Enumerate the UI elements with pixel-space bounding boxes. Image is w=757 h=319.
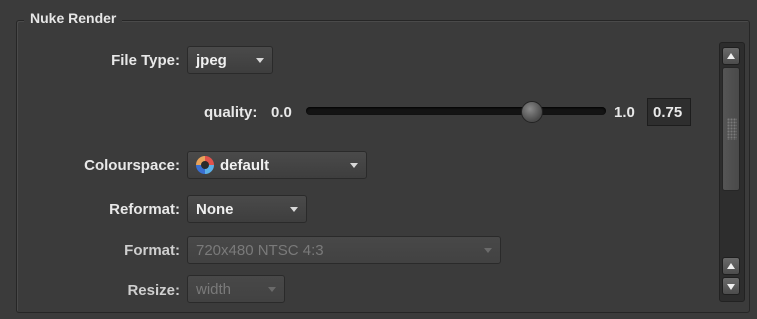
vertical-scrollbar[interactable] xyxy=(719,42,745,302)
file-type-dropdown[interactable]: jpeg xyxy=(187,46,273,74)
chevron-down-icon xyxy=(290,207,298,212)
resize-value: width xyxy=(196,280,232,298)
chevron-down-icon xyxy=(256,58,264,63)
quality-min-label: 0.0 xyxy=(271,104,292,121)
quality-slider[interactable] xyxy=(306,101,606,123)
quality-label: quality: xyxy=(204,104,258,121)
format-value: 720x480 NTSC 4:3 xyxy=(196,241,324,259)
resize-dropdown[interactable]: width xyxy=(187,275,285,303)
resize-label: Resize: xyxy=(127,282,180,299)
scroll-top-button[interactable] xyxy=(722,47,740,65)
colour-wheel-icon xyxy=(196,156,214,174)
colourspace-dropdown[interactable]: default xyxy=(187,151,367,179)
reformat-dropdown[interactable]: None xyxy=(187,195,307,223)
quality-slider-handle[interactable] xyxy=(521,101,543,123)
file-type-value: jpeg xyxy=(196,51,227,69)
format-label: Format: xyxy=(124,242,180,259)
scroll-down-button[interactable] xyxy=(722,277,740,295)
chevron-down-icon xyxy=(350,163,358,168)
arrow-down-icon xyxy=(727,284,735,290)
chevron-down-icon xyxy=(268,287,276,292)
quality-value-text: 0.75 xyxy=(653,103,683,121)
quality-value-field[interactable]: 0.75 xyxy=(647,98,691,126)
quality-max-label: 1.0 xyxy=(614,104,635,121)
group-title: Nuke Render xyxy=(24,10,123,26)
chevron-down-icon xyxy=(484,248,492,253)
arrow-up-icon xyxy=(727,53,735,59)
format-dropdown[interactable]: 720x480 NTSC 4:3 xyxy=(187,236,501,264)
scrollbar-thumb[interactable] xyxy=(722,67,740,191)
colourspace-label: Colourspace: xyxy=(84,157,180,174)
arrow-up-icon xyxy=(727,263,735,269)
colourspace-value: default xyxy=(220,156,270,174)
scroll-up-button[interactable] xyxy=(722,257,740,275)
reformat-value: None xyxy=(196,200,234,218)
grip-icon xyxy=(727,118,737,140)
file-type-label: File Type: xyxy=(111,52,180,69)
reformat-label: Reformat: xyxy=(109,201,180,218)
